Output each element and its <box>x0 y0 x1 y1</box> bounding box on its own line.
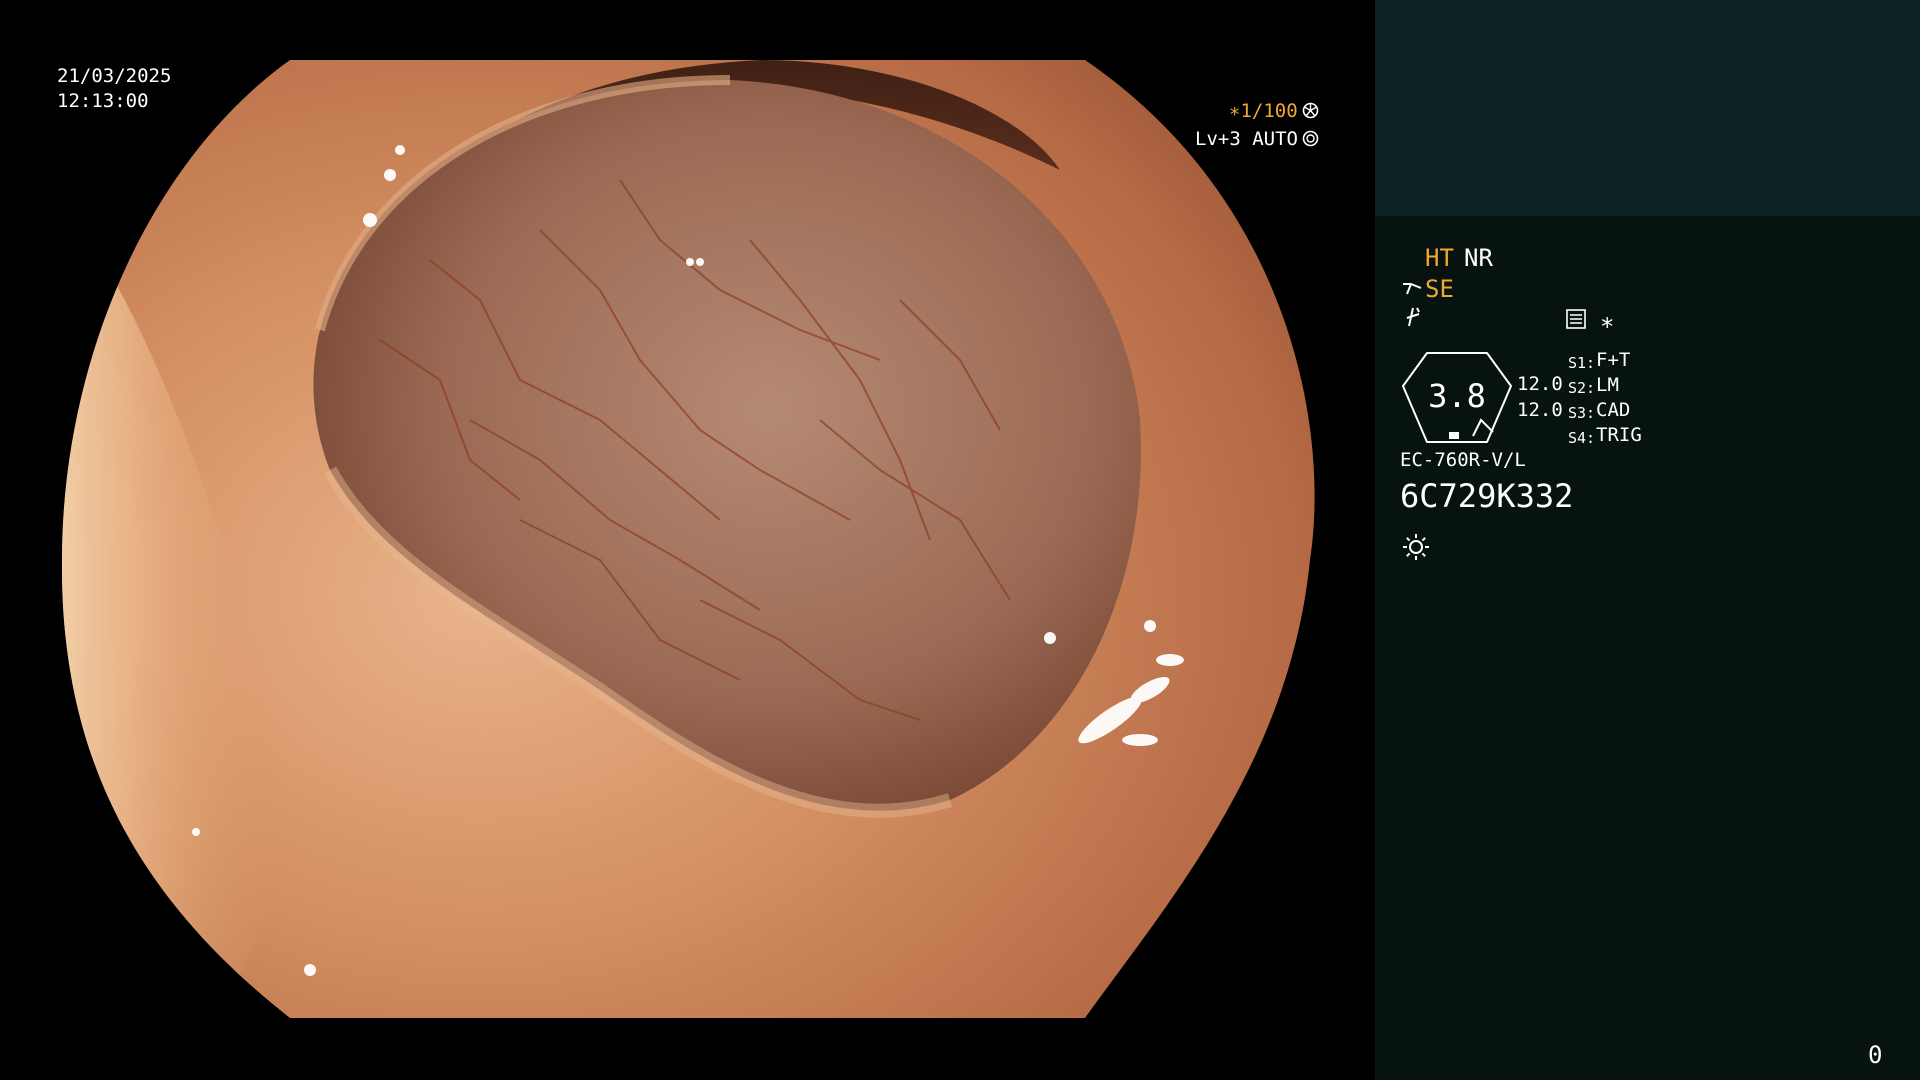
iris-level-label: Lv+3 AUTO <box>1195 128 1298 150</box>
brightness-icon <box>1401 532 1431 562</box>
mode-se-label: SE <box>1425 275 1454 303</box>
info-panel: HT NR SE ∗ 3.8 12.0 12.0 S1: F+T S2: LM … <box>1375 0 1920 1080</box>
shutter-speed-label: ∗1/100 <box>1229 100 1298 122</box>
auto-iris-icon <box>1302 130 1319 147</box>
value-a: 12.0 <box>1517 373 1563 395</box>
settings-list-icon <box>1565 308 1587 330</box>
shutter-icon <box>1302 102 1319 119</box>
time-label: 12:13:00 <box>57 90 149 112</box>
switch-key: S3: <box>1568 404 1596 422</box>
endoscope-video-area: 21/03/2025 12:13:00 ∗1/100 Lv+3 AUTO <box>0 0 1375 1080</box>
value-b: 12.0 <box>1517 399 1563 421</box>
scope-model-label: EC-760R-V/L <box>1400 449 1526 471</box>
mode-ht-label: HT <box>1425 244 1454 272</box>
date-label: 21/03/2025 <box>57 65 172 87</box>
switch-value: CAD <box>1596 399 1631 421</box>
switch-value: F+T <box>1596 349 1631 371</box>
frame-counter: 0 <box>1868 1041 1883 1069</box>
scope-serial-label: 6C729K332 <box>1400 477 1574 515</box>
switch-value: LM <box>1596 374 1619 396</box>
switch-key: S2: <box>1568 379 1596 397</box>
switch-key: S4: <box>1568 429 1596 447</box>
scope-tip-icon <box>1401 278 1423 298</box>
mode-nr-label: NR <box>1464 244 1493 272</box>
zoom-value: 3.8 <box>1428 377 1486 415</box>
pump-icon <box>1403 306 1423 328</box>
switch-key: S1: <box>1568 354 1596 372</box>
endoscopic-image <box>61 60 1315 1018</box>
asterisk-indicator: ∗ <box>1600 308 1615 336</box>
switch-value: TRIG <box>1596 424 1642 446</box>
panel-header-area <box>1375 0 1920 216</box>
